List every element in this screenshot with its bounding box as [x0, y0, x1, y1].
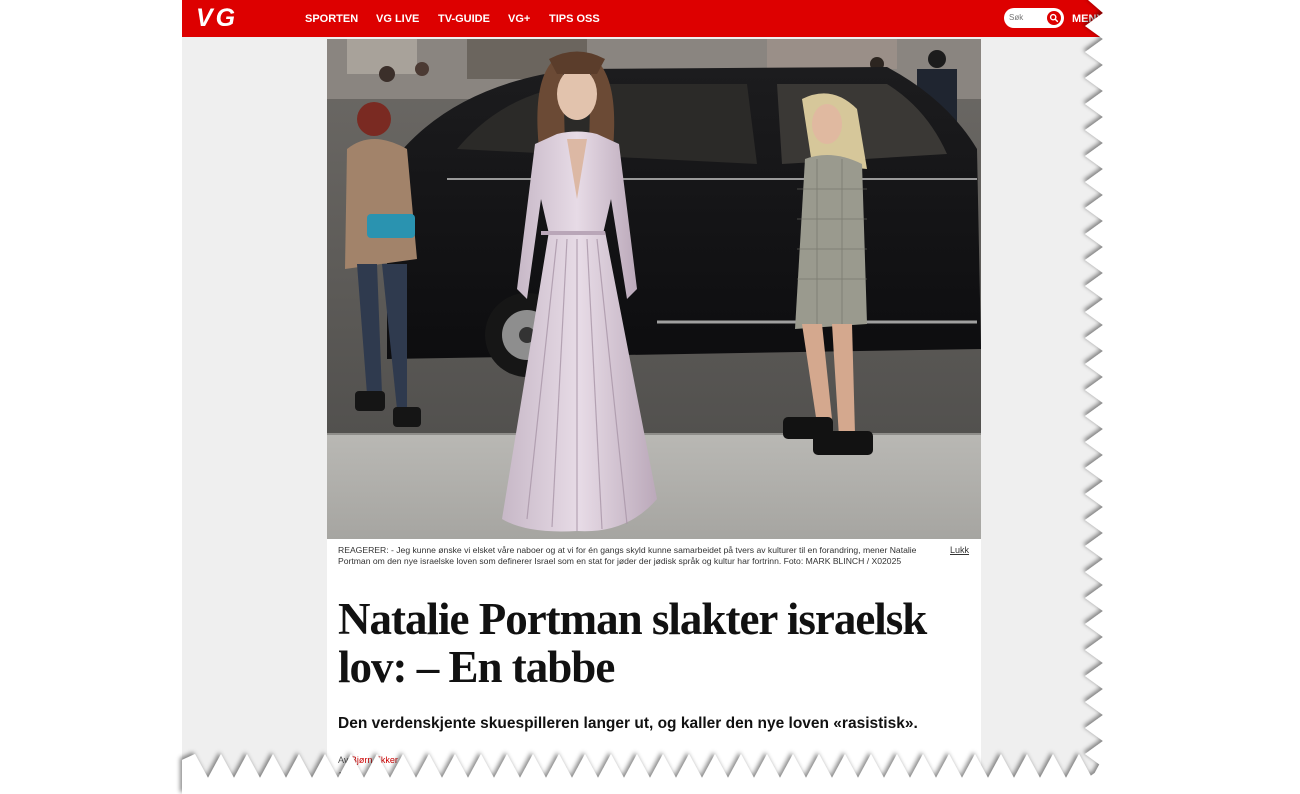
- vg-logo[interactable]: VG: [196, 6, 288, 31]
- article-header: Natalie Portman slakter israelsk lov: – …: [327, 591, 981, 778]
- search-box: [1004, 8, 1064, 28]
- photo-caption: REAGERER: - Jeg kunne ønske vi elsket vå…: [327, 539, 981, 591]
- top-navbar: VG SPORTEN VG LIVE TV-GUIDE VG+ TIPS OSS…: [182, 0, 1103, 37]
- caption-close-link[interactable]: Lukk: [950, 545, 969, 555]
- search-icon: [1049, 13, 1059, 23]
- search-input[interactable]: [1009, 11, 1043, 24]
- byline-prefix: Av: [338, 755, 349, 765]
- hero-photo-illustration: [327, 39, 981, 539]
- nav-item-tv-guide[interactable]: TV-GUIDE: [438, 12, 490, 26]
- hero-photo: [327, 39, 981, 539]
- nav-item-vg-live[interactable]: VG LIVE: [376, 12, 419, 26]
- publish-date: 1: [338, 771, 343, 778]
- page: VG SPORTEN VG LIVE TV-GUIDE VG+ TIPS OSS…: [182, 0, 1103, 778]
- menu-button[interactable]: MENY: [1072, 12, 1103, 26]
- article-lead: Den verdenskjente skuespilleren langer u…: [338, 715, 918, 732]
- nav-item-vg-plus[interactable]: VG+: [508, 12, 530, 26]
- byline-author-link[interactable]: Bjørn Ekker: [351, 755, 398, 765]
- byline: Av Bjørn Ekker: [338, 755, 398, 765]
- article-headline: Natalie Portman slakter israelsk lov: – …: [338, 594, 927, 692]
- nav-item-tips-oss[interactable]: TIPS OSS: [549, 12, 600, 26]
- search-button[interactable]: [1047, 11, 1061, 25]
- caption-text: REAGERER: - Jeg kunne ønske vi elsket vå…: [338, 545, 917, 566]
- nav-item-sporten[interactable]: SPORTEN: [305, 12, 358, 26]
